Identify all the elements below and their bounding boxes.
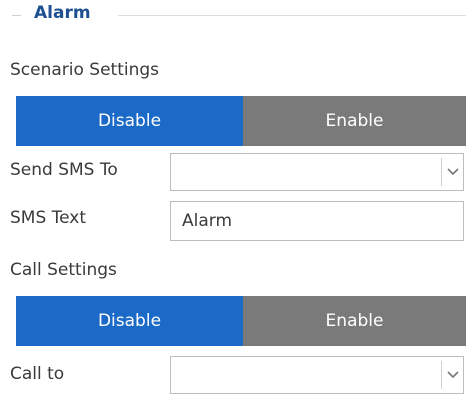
- call-to-select[interactable]: [170, 356, 464, 394]
- call-disable-button[interactable]: Disable: [16, 296, 243, 346]
- send-sms-to-select[interactable]: [170, 153, 464, 191]
- call-settings-label: Call Settings: [10, 260, 117, 280]
- group-divider-right: [118, 15, 466, 16]
- sms-text-label: SMS Text: [10, 208, 87, 228]
- chevron-down-icon[interactable]: [441, 361, 463, 389]
- alarm-group-header: Alarm: [0, 0, 466, 36]
- call-settings-toggle: Disable Enable: [16, 296, 466, 346]
- scenario-toggle: Disable Enable: [16, 96, 466, 146]
- send-sms-to-label: Send SMS To: [10, 160, 118, 180]
- group-divider-left: [12, 15, 21, 16]
- sms-text-input[interactable]: [170, 201, 464, 241]
- group-title: Alarm: [34, 3, 91, 23]
- call-to-label: Call to: [10, 364, 65, 384]
- scenario-settings-label: Scenario Settings: [10, 60, 160, 80]
- call-enable-button[interactable]: Enable: [243, 296, 466, 346]
- scenario-enable-button[interactable]: Enable: [243, 96, 466, 146]
- scenario-disable-button[interactable]: Disable: [16, 96, 243, 146]
- chevron-down-icon[interactable]: [441, 158, 463, 186]
